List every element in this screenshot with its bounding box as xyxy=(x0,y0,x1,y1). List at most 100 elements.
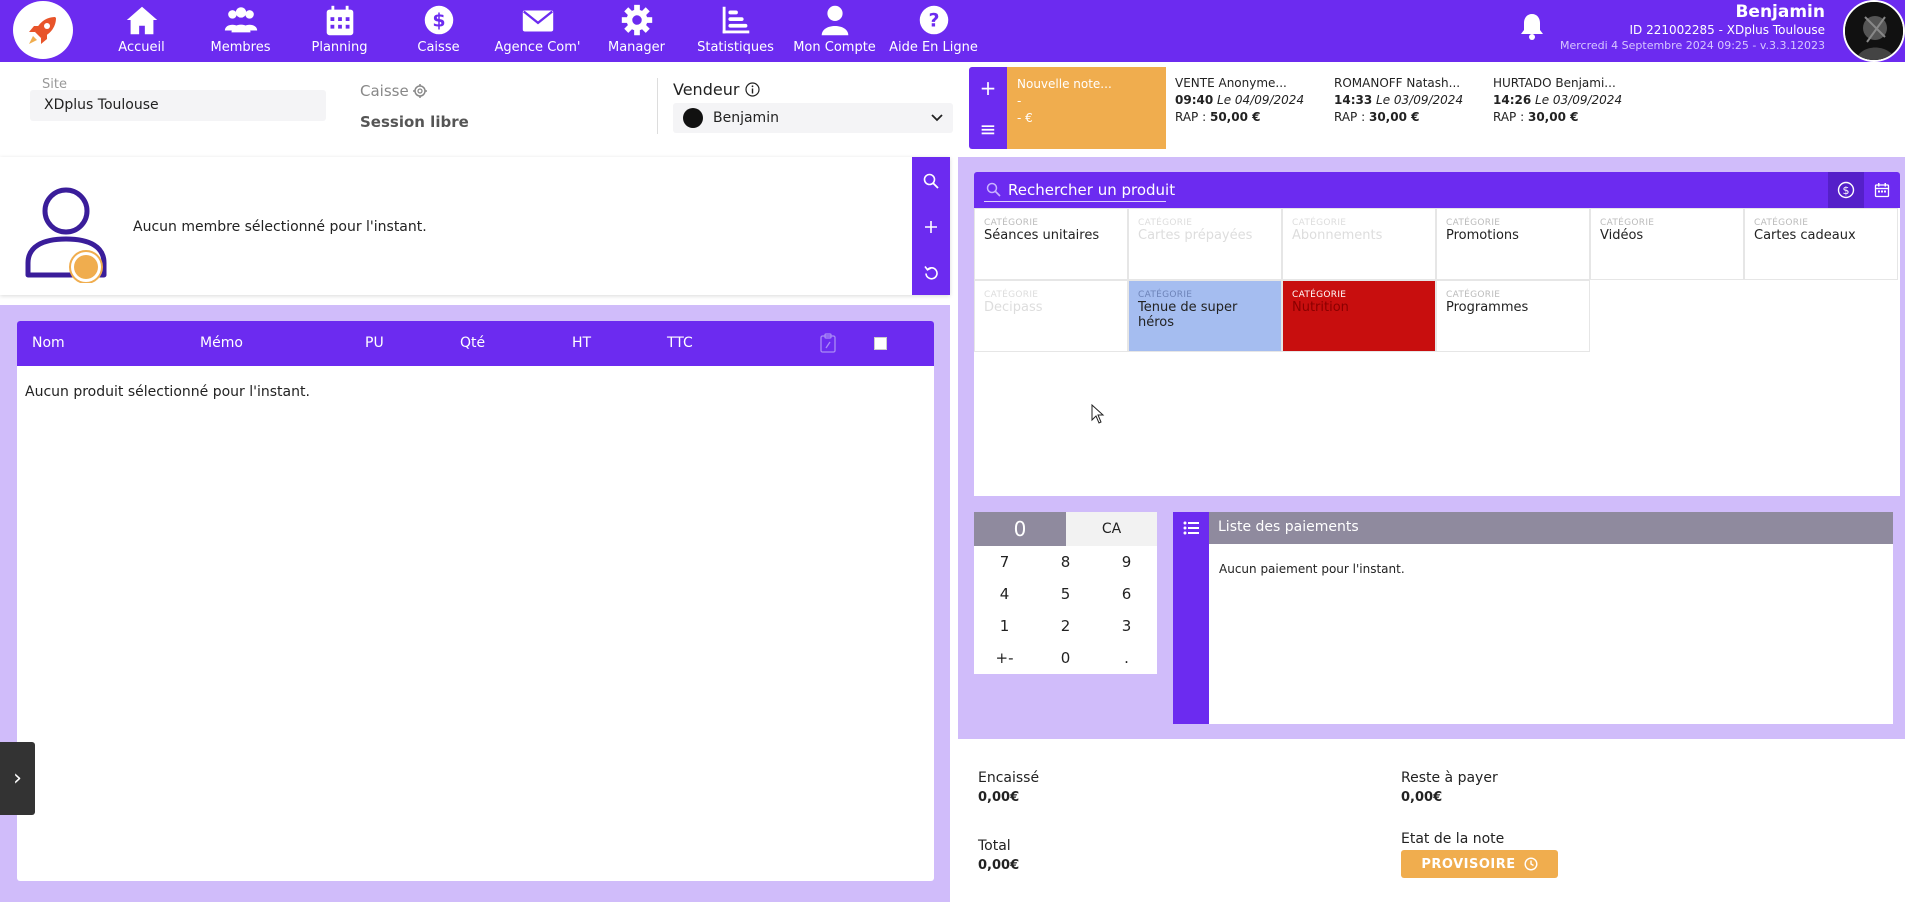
note-new-line3: - € xyxy=(1017,111,1033,125)
chevron-right-icon[interactable]: › xyxy=(0,742,35,815)
category-tile[interactable]: CATÉGORIE Programmes xyxy=(1436,280,1590,352)
keypad-key[interactable]: 2 xyxy=(1035,610,1096,642)
nav-membres[interactable]: Membres xyxy=(191,0,290,62)
keypad-key[interactable]: 7 xyxy=(974,546,1035,578)
rocket-logo-icon[interactable] xyxy=(13,1,73,59)
keypad-key[interactable]: 8 xyxy=(1035,546,1096,578)
summary-encaisse: Encaissé 0,00€ xyxy=(978,770,1039,805)
status-badge-label: PROVISOIRE xyxy=(1421,856,1516,872)
note-card[interactable]: ROMANOFF Natash... 14:33 Le 03/09/2024 R… xyxy=(1334,75,1463,126)
category-key: CATÉGORIE xyxy=(1292,218,1347,228)
user-info: Benjamin ID 221002285 - XDplus Toulouse … xyxy=(1560,2,1825,53)
category-tile[interactable]: CATÉGORIE Nutrition xyxy=(1282,280,1436,352)
nav-accueil[interactable]: Accueil xyxy=(92,0,191,62)
col-qte[interactable]: Qté xyxy=(460,335,485,351)
keypad-key[interactable]: 1 xyxy=(974,610,1035,642)
home-icon xyxy=(126,6,157,35)
reste-label: Reste à payer xyxy=(1401,770,1498,786)
vendeur-label-text: Vendeur xyxy=(673,80,740,99)
plus-icon[interactable]: + xyxy=(980,76,997,100)
info-icon[interactable] xyxy=(745,82,761,97)
search-input[interactable]: Rechercher un produit xyxy=(1008,181,1175,199)
menu-icon[interactable]: ≡ xyxy=(980,117,997,141)
caisse-label-text: Caisse xyxy=(360,82,409,100)
keypad-key[interactable]: 9 xyxy=(1096,546,1157,578)
gear-icon xyxy=(621,4,652,36)
nav-mon-compte[interactable]: Mon Compte xyxy=(785,0,884,62)
col-pu[interactable]: PU xyxy=(365,335,384,351)
col-nom[interactable]: Nom xyxy=(32,335,65,351)
payments-empty-text: Aucun paiement pour l'instant. xyxy=(1219,562,1405,576)
note-new[interactable]: Nouvelle note... - - € xyxy=(1007,67,1166,149)
calendar-filter-button[interactable] xyxy=(1864,172,1900,208)
category-tile[interactable]: CATÉGORIE Promotions xyxy=(1436,208,1590,280)
product-empty-text: Aucun produit sélectionné pour l'instant… xyxy=(25,384,310,400)
avatar[interactable] xyxy=(1843,0,1905,62)
plus-icon[interactable] xyxy=(924,220,938,234)
price-filter-button[interactable]: $ xyxy=(1828,172,1864,208)
col-memo[interactable]: Mémo xyxy=(200,335,243,351)
nav-manager[interactable]: Manager xyxy=(587,0,686,62)
nav-statistiques[interactable]: Statistiques xyxy=(686,0,785,62)
category-name: Cartes cadeaux xyxy=(1754,228,1856,243)
keypad-key[interactable]: . xyxy=(1096,642,1157,674)
category-tile[interactable]: CATÉGORIE Decipass xyxy=(974,280,1128,352)
summary-reste: Reste à payer 0,00€ xyxy=(1401,770,1498,805)
user-date: Mercredi 4 Septembre 2024 09:25 - v.3.3.… xyxy=(1559,39,1825,52)
note-rap-label: RAP : xyxy=(1334,110,1366,124)
nav-aide-en-ligne[interactable]: ? Aide En Ligne xyxy=(884,0,983,62)
vendeur-avatar xyxy=(683,108,703,128)
keypad-key[interactable]: 5 xyxy=(1035,578,1096,610)
status-badge[interactable]: PROVISOIRE xyxy=(1401,850,1558,878)
user-name: Benjamin xyxy=(1735,2,1825,22)
vendeur-select[interactable]: Benjamin xyxy=(673,103,953,133)
note-time: 14:33 xyxy=(1334,93,1373,107)
nav-caisse[interactable]: $ Caisse xyxy=(389,0,488,62)
keypad-key[interactable]: 0 xyxy=(1035,642,1096,674)
keypad-key[interactable]: 3 xyxy=(1096,610,1157,642)
category-name: Decipass xyxy=(984,300,1043,315)
category-key: CATÉGORIE xyxy=(1138,290,1193,300)
clipboard-icon[interactable] xyxy=(820,333,836,353)
dollar-icon: $ xyxy=(424,5,453,35)
category-tile[interactable]: CATÉGORIE Cartes cadeaux xyxy=(1744,208,1898,280)
note-rap-value: 30,00 € xyxy=(1368,110,1420,124)
nav-agence-com[interactable]: Agence Com' xyxy=(488,0,587,62)
category-tile[interactable]: CATÉGORIE Cartes prépayées xyxy=(1128,208,1282,280)
note-card[interactable]: VENTE Anonyme... 09:40 Le 04/09/2024 RAP… xyxy=(1175,75,1304,126)
keypad-key[interactable]: 6 xyxy=(1096,578,1157,610)
undo-icon[interactable] xyxy=(923,265,939,280)
keypad-key[interactable]: +- xyxy=(974,642,1035,674)
note-new-line2: - xyxy=(1017,94,1022,108)
category-tile[interactable]: CATÉGORIE Séances unitaires xyxy=(974,208,1128,280)
col-ht[interactable]: HT xyxy=(572,335,591,351)
category-tile[interactable]: CATÉGORIE Abonnements xyxy=(1282,208,1436,280)
reste-value: 0,00€ xyxy=(1401,790,1443,805)
category-tile[interactable]: CATÉGORIE Tenue de super héros xyxy=(1128,280,1282,352)
member-panel: Aucun membre sélectionné pour l'instant. xyxy=(0,157,950,295)
divider xyxy=(657,78,658,134)
encaisse-label: Encaissé xyxy=(978,770,1040,786)
search-icon[interactable] xyxy=(923,173,939,189)
site-field[interactable]: XDplus Toulouse xyxy=(30,90,326,121)
caisse-label: Caisse xyxy=(360,82,427,100)
category-tile[interactable]: CATÉGORIE Vidéos xyxy=(1590,208,1744,280)
bell-icon[interactable] xyxy=(1519,12,1545,40)
nav-label: Statistiques xyxy=(697,40,774,55)
keypad-clear-button[interactable]: CA xyxy=(1066,512,1157,546)
note-name: ROMANOFF Natash... xyxy=(1334,76,1461,90)
note-new-title: Nouvelle note... xyxy=(1017,77,1112,91)
nav-planning[interactable]: Planning xyxy=(290,0,389,62)
col-ttc[interactable]: TTC xyxy=(667,335,693,351)
category-name: Nutrition xyxy=(1292,300,1349,315)
keypad-key[interactable]: 4 xyxy=(974,578,1035,610)
note-time: 09:40 xyxy=(1175,93,1214,107)
session-status: Session libre xyxy=(360,113,469,131)
total-value: 0,00€ xyxy=(978,858,1020,873)
list-icon[interactable] xyxy=(1183,521,1199,535)
envelope-icon xyxy=(522,10,553,32)
settings-icon[interactable] xyxy=(412,84,427,98)
note-card[interactable]: HURTADO Benjami... 14:26 Le 03/09/2024 R… xyxy=(1493,75,1622,126)
mouse-cursor-icon xyxy=(1091,404,1105,424)
select-all-checkbox[interactable] xyxy=(874,337,887,350)
